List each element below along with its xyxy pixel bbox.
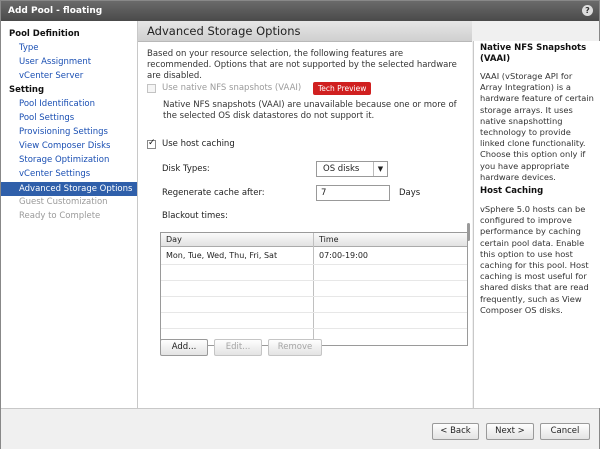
regenerate-cache-unit: Days (399, 188, 421, 198)
regenerate-cache-label: Regenerate cache after: (162, 188, 265, 198)
sidebar-item-guest-customization: Guest Customization (19, 197, 108, 207)
column-header-day[interactable]: Day (161, 233, 313, 247)
sidebar-item-storage-optimization[interactable]: Storage Optimization (19, 155, 109, 165)
column-header-time[interactable]: Time (314, 233, 467, 247)
row-divider (161, 328, 467, 329)
row-divider (161, 312, 467, 313)
help-icon[interactable]: ? (582, 5, 593, 16)
row-divider (161, 280, 467, 281)
back-button[interactable]: < Back (432, 423, 479, 440)
window-title: Add Pool - floating (8, 6, 103, 16)
intro-text: Based on your resource selection, the fo… (147, 49, 457, 81)
wizard-footer: < Back Next > Cancel (1, 408, 599, 449)
help-scrollbar-thumb[interactable] (467, 223, 470, 241)
sidebar-item-ready-to-complete: Ready to Complete (19, 211, 101, 221)
row-divider (161, 296, 467, 297)
edit-blackout-button: Edit... (214, 339, 262, 356)
vaai-label: Use native NFS snapshots (VAAI) (162, 83, 302, 93)
disk-types-label: Disk Types: (162, 164, 210, 174)
sidebar-item-pool-settings[interactable]: Pool Settings (19, 113, 74, 123)
disk-types-value: OS disks (323, 164, 360, 174)
vaai-checkbox (147, 84, 156, 93)
cancel-button[interactable]: Cancel (540, 423, 590, 440)
table-row-day[interactable]: Mon, Tue, Wed, Thu, Fri, Sat (161, 251, 277, 260)
sidebar-section-pool-definition: Pool Definition (9, 29, 80, 39)
row-divider (161, 264, 467, 265)
help-host-caching-text: vSphere 5.0 hosts can be configured to i… (480, 204, 589, 315)
help-host-caching-title: Host Caching (480, 186, 544, 196)
sidebar-item-view-composer-disks[interactable]: View Composer Disks (19, 141, 110, 151)
disk-types-select[interactable]: OS disks ▼ (316, 161, 388, 177)
main-panel: Advanced Storage Options Based on your r… (138, 21, 472, 408)
next-button[interactable]: Next > (486, 423, 534, 440)
help-vaai-title: Native NFS Snapshots (VAAI) (480, 43, 587, 64)
sidebar-item-type[interactable]: Type (19, 43, 39, 53)
tech-preview-badge: Tech Preview (313, 82, 372, 95)
chevron-down-icon[interactable]: ▼ (373, 162, 387, 176)
help-panel: Native NFS Snapshots (VAAI) VAAI (vStora… (473, 41, 600, 408)
sidebar-item-advanced-storage-options[interactable]: Advanced Storage Options (1, 182, 137, 196)
help-vaai-text: VAAI (vStorage API for Array Integration… (480, 71, 594, 182)
remove-blackout-button: Remove (268, 339, 322, 356)
sidebar-item-pool-identification[interactable]: Pool Identification (19, 99, 95, 109)
table-row-time[interactable]: 07:00-19:00 (314, 251, 368, 260)
title-bar: Add Pool - floating ? (1, 1, 599, 21)
sidebar-item-vcenter-settings[interactable]: vCenter Settings (19, 169, 90, 179)
wizard-sidebar: Pool Definition Type User Assignment vCe… (1, 21, 138, 408)
blackout-times-table: Day Time Mon, Tue, Wed, Thu, Fri, Sat 07… (160, 232, 468, 346)
host-caching-label: Use host caching (162, 139, 235, 149)
sidebar-item-vcenter-server[interactable]: vCenter Server (19, 71, 83, 81)
sidebar-section-setting: Setting (9, 85, 45, 95)
add-pool-dialog: Add Pool - floating ? Pool Definition Ty… (0, 0, 600, 449)
page-title: Advanced Storage Options (147, 24, 301, 38)
sidebar-item-provisioning-settings[interactable]: Provisioning Settings (19, 127, 108, 137)
blackout-times-label: Blackout times: (162, 211, 228, 221)
vaai-unavailable-note: Native NFS snapshots (VAAI) are unavaila… (163, 100, 457, 121)
page-header: Advanced Storage Options (138, 21, 472, 42)
regenerate-cache-input[interactable] (316, 185, 390, 201)
add-blackout-button[interactable]: Add... (160, 339, 208, 356)
host-caching-checkbox[interactable] (147, 138, 156, 149)
sidebar-item-user-assignment[interactable]: User Assignment (19, 57, 91, 67)
